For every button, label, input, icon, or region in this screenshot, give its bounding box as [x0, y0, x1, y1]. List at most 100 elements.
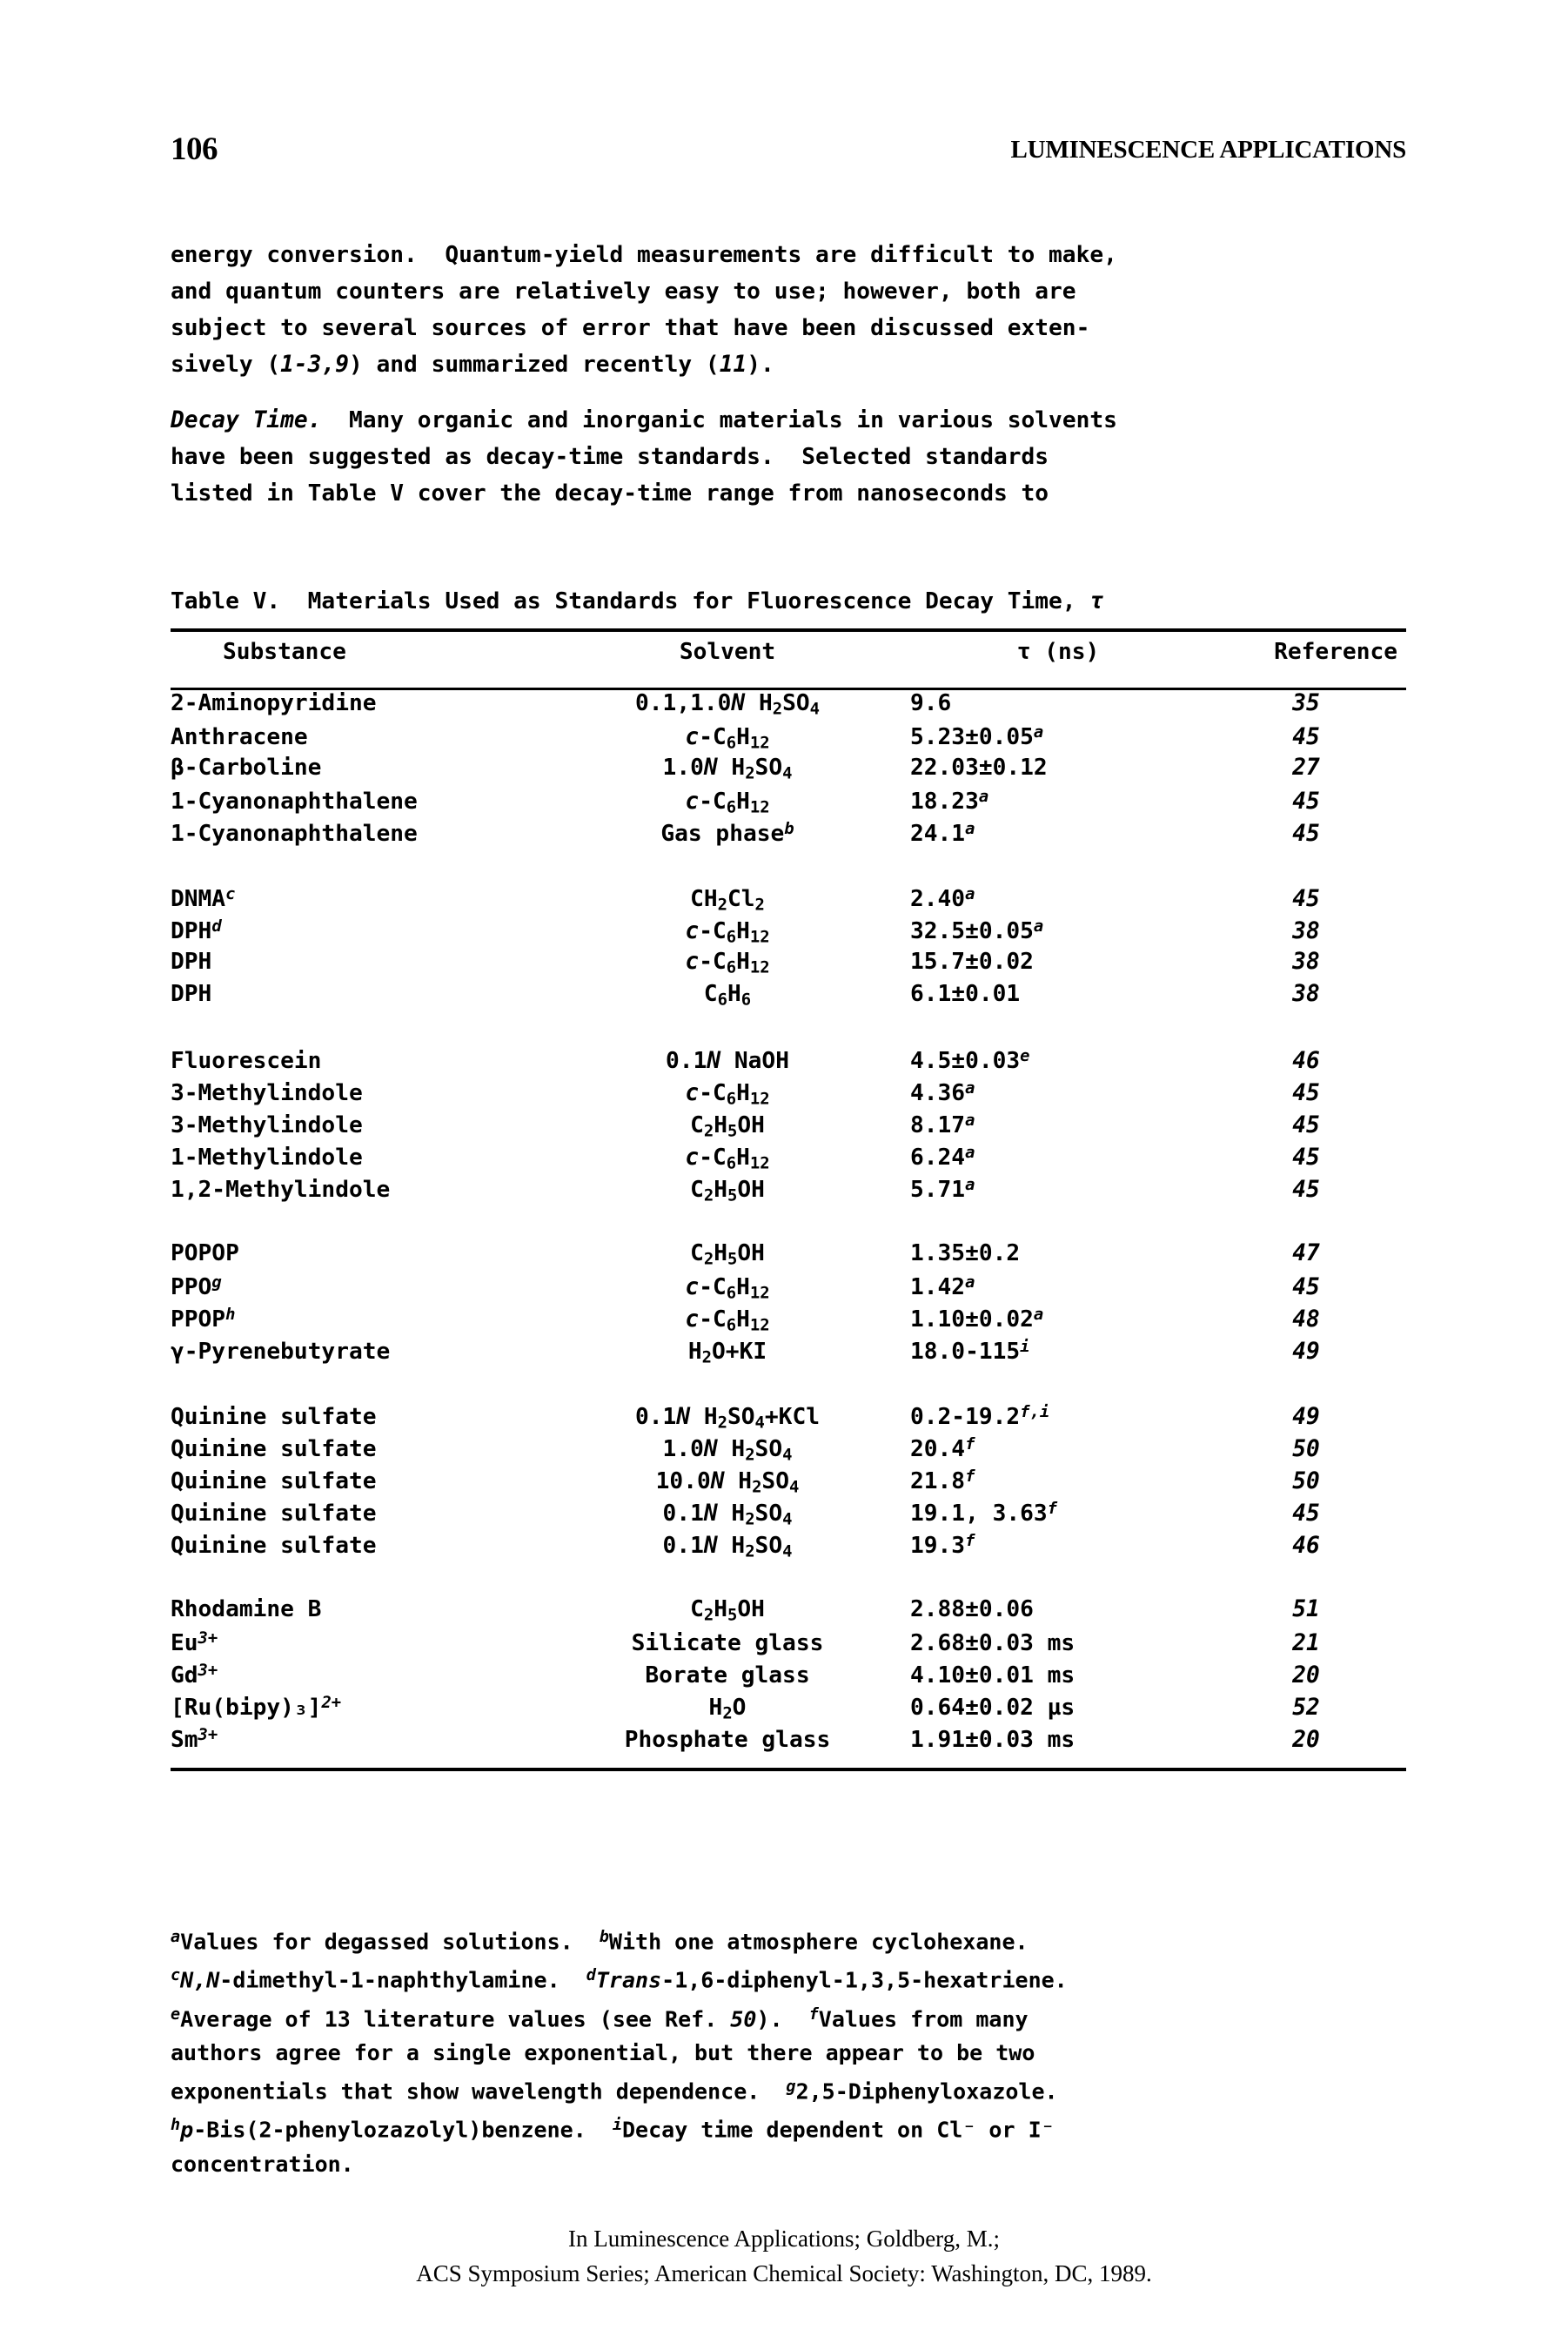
cell-decay-time: 19.3f	[910, 1531, 975, 1559]
cell-decay-time: 9.6	[910, 690, 952, 716]
cell-reference: 21	[1292, 1629, 1320, 1656]
footnote-marker-f: f	[808, 2004, 819, 2024]
para1-line4a: sively (	[171, 352, 281, 378]
cell-substance: Anthracene	[171, 723, 308, 750]
cell-reference: 49	[1292, 1403, 1320, 1430]
cell-substance: Eu3+	[171, 1628, 218, 1656]
cell-reference: 48	[1292, 1306, 1320, 1333]
cell-solvent: c-C6H12	[685, 1273, 770, 1303]
cell-solvent: 1.0N H2SO4	[662, 1435, 793, 1465]
table-row: 3-Methylindole C2H5OH 8.17a 45	[171, 1111, 1406, 1143]
table-bottom-rule	[171, 1768, 1406, 1771]
cell-substance: Quinine sulfate	[171, 1403, 377, 1430]
cell-reference: 45	[1292, 820, 1320, 847]
table-row: Quinine sulfate 1.0N H2SO4 20.4f 50	[171, 1434, 1406, 1467]
cell-substance: Rhodamine B	[171, 1596, 322, 1622]
cell-substance: 1-Methylindole	[171, 1144, 363, 1171]
table-row: Gd3+ Borate glass 4.10±0.01 ms 20	[171, 1661, 1406, 1693]
cell-substance: DNMAc	[171, 884, 236, 912]
cell-reference: 49	[1292, 1338, 1320, 1365]
document-page: 106 LUMINESCENCE APPLICATIONS energy con…	[0, 0, 1568, 2350]
table-row: 2-Aminopyridine 0.1,1.0N H2SO4 9.6 35	[171, 690, 1406, 722]
running-head: 106 LUMINESCENCE APPLICATIONS	[171, 131, 1406, 171]
para1-line3: subject to several sources of error that…	[171, 315, 1090, 341]
table-row: 3-Methylindole c-C6H12 4.36a 45	[171, 1078, 1406, 1111]
cell-reference: 46	[1292, 1047, 1320, 1074]
table-row: Quinine sulfate 0.1N H2SO4 19.1, 3.63f 45	[171, 1499, 1406, 1531]
cell-decay-time: 18.0-115i	[910, 1337, 1030, 1365]
citation-1-3-9: 1-3,9	[280, 352, 349, 378]
cell-substance: POPOP	[171, 1240, 239, 1266]
cell-reference: 20	[1292, 1726, 1320, 1753]
cell-decay-time: 2.68±0.03 ms	[910, 1629, 1075, 1656]
cell-substance: DPHd	[171, 916, 222, 944]
footnote-marker-a: a	[171, 1928, 181, 1946]
cell-reference: 51	[1292, 1596, 1320, 1622]
para1-line4b: ) and summarized recently (	[348, 352, 720, 378]
table-group-gap	[171, 1207, 1406, 1240]
table-group-gap	[171, 1369, 1406, 1402]
cell-substance: Sm3+	[171, 1725, 218, 1753]
table-group-gap	[171, 1013, 1406, 1046]
cell-substance: 1-Cyanonaphthalene	[171, 820, 418, 847]
footnote-italic: 50	[730, 2005, 757, 2031]
cell-reference: 45	[1292, 1273, 1320, 1300]
cell-decay-time: 1.35±0.2	[910, 1240, 1021, 1266]
cell-solvent: Gas phaseb	[660, 819, 794, 847]
table-row: DPH c-C6H12 15.7±0.02 38	[171, 949, 1406, 981]
cell-solvent: 0.1,1.0N H2SO4	[635, 690, 820, 719]
cell-reference: 35	[1292, 690, 1320, 716]
footnote-italic: p	[180, 2117, 194, 2143]
cell-decay-time: 1.42a	[910, 1272, 975, 1300]
footnote-marker-d: d	[586, 1966, 596, 1985]
page-footer: In Luminescence Applications; Goldberg, …	[0, 2221, 1568, 2291]
cell-substance: 1,2-Methylindole	[171, 1176, 391, 1203]
cell-reference: 45	[1292, 723, 1320, 750]
footnote-marker-b: b	[599, 1928, 609, 1946]
body-paragraph-2: Decay Time. Many organic and inorganic m…	[171, 402, 1415, 512]
table-row: DNMAc CH2Cl2 2.40a 45	[171, 884, 1406, 916]
cell-substance: Quinine sulfate	[171, 1500, 377, 1527]
spacer-cell	[171, 851, 1406, 884]
cell-solvent: H2O	[708, 1694, 747, 1723]
column-header-reference: Reference	[1274, 639, 1397, 665]
table-group-gap	[171, 1563, 1406, 1596]
cell-decay-time: 4.36a	[910, 1078, 975, 1106]
footer-line-1: In Luminescence Applications; Goldberg, …	[568, 2226, 1000, 2252]
table-row: Quinine sulfate 0.1N H2SO4+KCl 0.2-19.2f,i…	[171, 1402, 1406, 1434]
column-header-tau: τ (ns)	[1016, 639, 1100, 665]
column-header-solvent: Solvent	[679, 639, 776, 665]
cell-decay-time: 2.88±0.06	[910, 1596, 1034, 1622]
cell-reference: 45	[1292, 1500, 1320, 1527]
para2-line3: listed in Table V cover the decay-time r…	[171, 480, 1049, 507]
cell-solvent: C2H5OH	[690, 1240, 765, 1269]
table-row: Quinine sulfate 0.1N H2SO4 19.3f 46	[171, 1531, 1406, 1563]
table-row: 1-Methylindole c-C6H12 6.24a 45	[171, 1143, 1406, 1175]
table-v: Table V. Materials Used as Standards for…	[171, 585, 1406, 1771]
table-row: Rhodamine B C2H5OH 2.88±0.06 51	[171, 1596, 1406, 1628]
running-title: LUMINESCENCE APPLICATIONS	[1010, 136, 1406, 164]
cell-decay-time: 6.24a	[910, 1143, 975, 1171]
cell-solvent: 1.0N H2SO4	[662, 755, 793, 783]
column-header-substance: Substance	[223, 639, 346, 665]
cell-reference: 45	[1292, 788, 1320, 815]
table-row: Quinine sulfate 10.0N H2SO4 21.8f 50	[171, 1467, 1406, 1499]
cell-substance: Quinine sulfate	[171, 1532, 377, 1559]
footnote-marker-i: i	[612, 2116, 622, 2135]
table-caption-tau: τ	[1089, 588, 1104, 614]
footnote-italic: Trans	[595, 1967, 662, 1993]
cell-reference: 46	[1292, 1532, 1320, 1559]
table-v-grid: Substance Solvent τ (ns) Reference	[171, 632, 1406, 677]
cell-solvent: 0.1N NaOH	[666, 1047, 789, 1074]
cell-substance: PPOPh	[171, 1305, 236, 1333]
cell-substance: Fluorescein	[171, 1047, 322, 1074]
table-footnotes: aValues for degassed solutions. bWith on…	[171, 1928, 1068, 2177]
cell-substance: 1-Cyanonaphthalene	[171, 788, 418, 815]
cell-decay-time: 0.64±0.02 µs	[910, 1694, 1075, 1721]
spacer-cell	[171, 1563, 1406, 1596]
cell-solvent: c-C6H12	[685, 949, 770, 977]
cell-reference: 20	[1292, 1662, 1320, 1689]
body-paragraph-1: energy conversion. Quantum-yield measure…	[171, 237, 1415, 383]
table-row: DPH C6H6 6.1±0.01 38	[171, 981, 1406, 1013]
cell-solvent: 0.1N H2SO4	[662, 1500, 793, 1529]
